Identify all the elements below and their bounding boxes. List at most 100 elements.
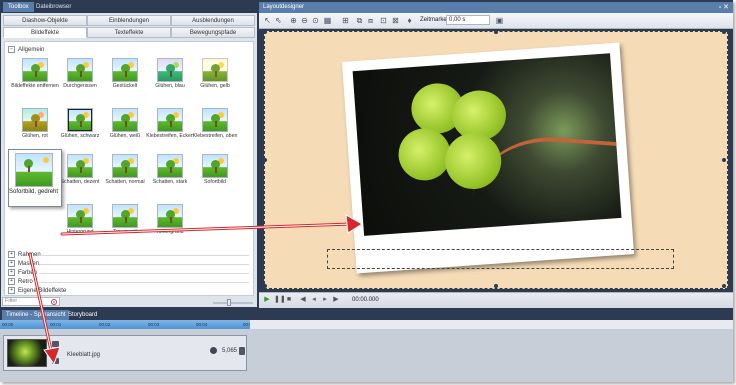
- text-placeholder-box[interactable]: [327, 249, 674, 269]
- save-icon[interactable]: ▣: [495, 16, 504, 25]
- tab-diashow-objekte[interactable]: Diashow-Objekte: [3, 15, 87, 26]
- tab-timeline-spuransicht[interactable]: Timeline - Spuransicht: [2, 310, 70, 320]
- resize-handle[interactable]: [263, 284, 267, 288]
- clear-filter-icon[interactable]: ×: [51, 299, 57, 306]
- effect-label: Klebestreifen, oben: [192, 133, 238, 139]
- resize-handle[interactable]: [263, 158, 267, 162]
- designer-title-text: Layoutdesigner: [263, 4, 305, 10]
- effect-item[interactable]: Schatten, stark: [146, 154, 194, 200]
- resize-handle[interactable]: [494, 284, 498, 288]
- clip-duration: 5,065: [222, 348, 238, 354]
- resize-handle[interactable]: [263, 30, 267, 34]
- select-pointer-icon[interactable]: ↖: [263, 16, 272, 25]
- zeitmarke-input[interactable]: 0,00 s: [446, 15, 490, 25]
- landscape-icon: [67, 108, 93, 132]
- bring-front-icon[interactable]: ⧉: [355, 16, 364, 25]
- slider-handle[interactable]: [227, 299, 231, 306]
- category-retro[interactable]: + Retro: [8, 278, 33, 285]
- effect-item[interactable]: Glühen, rot: [11, 108, 59, 154]
- effect-label: Glühen, weiß: [109, 133, 141, 139]
- restore-icon[interactable]: ▫: [719, 4, 721, 11]
- effect-item[interactable]: Hintergrund: [146, 204, 194, 250]
- tab-bildeffekte[interactable]: Bildeffekte: [3, 27, 87, 38]
- effect-item[interactable]: Glühen, schwarz: [56, 108, 104, 154]
- rewind-icon[interactable]: ◀: [299, 296, 307, 304]
- tab-bewegungspfade[interactable]: Bewegungspfade: [171, 27, 255, 38]
- landscape-icon: [157, 58, 183, 82]
- timeline-clip[interactable]: Kleeblatt.jpg 5,065: [3, 335, 247, 371]
- forward-icon[interactable]: ▶: [332, 296, 340, 304]
- tab-texteffekte[interactable]: Texteffekte: [87, 27, 171, 38]
- pause-icon[interactable]: ❚❚: [274, 296, 286, 304]
- zoom-out-icon[interactable]: ⊖: [300, 16, 309, 25]
- effect-item[interactable]: Schatten, dezent: [56, 154, 104, 200]
- zoom-fit-icon[interactable]: ⊙: [311, 16, 320, 25]
- thumbnail-size-slider[interactable]: [213, 302, 253, 304]
- landscape-icon: [67, 204, 93, 228]
- clover-photo: [352, 53, 622, 236]
- collapse-icon[interactable]: −: [8, 46, 15, 53]
- ruler-tick: 00:02: [99, 322, 111, 327]
- app-window: Toolbox Dateibrowser Diashow-Objekte Ein…: [0, 0, 733, 382]
- expand-icon[interactable]: +: [8, 251, 15, 258]
- effect-item[interactable]: Glühen, blau: [146, 58, 194, 104]
- instant-photo-frame[interactable]: [341, 42, 635, 274]
- effect-item[interactable]: Glühen, gelb: [191, 58, 239, 104]
- link-icon[interactable]: ⊠: [391, 16, 400, 25]
- layout-canvas[interactable]: [263, 30, 728, 289]
- selected-effect-sofortbild-gedreht[interactable]: Sofortbild, gedreht: [8, 149, 62, 207]
- expand-icon[interactable]: +: [8, 269, 15, 276]
- close-icon[interactable]: ✕: [723, 4, 729, 11]
- landscape-icon: [112, 204, 138, 228]
- timeline-track[interactable]: Kleeblatt.jpg 5,065: [0, 329, 733, 382]
- group-allgemein[interactable]: − Allgemein: [8, 46, 44, 53]
- resize-handle[interactable]: [722, 284, 726, 288]
- effect-item[interactable]: Traumwelt: [101, 204, 149, 250]
- effect-item[interactable]: Glühen, weiß: [101, 108, 149, 154]
- timecode: 00:00.000: [352, 297, 379, 303]
- tab-ausblendungen[interactable]: Ausblendungen: [171, 15, 255, 26]
- effect-item[interactable]: Schatten, normal: [101, 154, 149, 200]
- effect-item[interactable]: Gestückelt: [101, 58, 149, 104]
- resize-handle[interactable]: [494, 30, 498, 34]
- next-icon[interactable]: ▸: [321, 296, 329, 304]
- landscape-icon: [202, 154, 228, 178]
- category-masken[interactable]: + Masken: [8, 260, 39, 267]
- duration-icon: [210, 347, 217, 354]
- time-marker-icon[interactable]: ♦: [405, 16, 414, 25]
- tab-dateibrowser[interactable]: Dateibrowser: [31, 2, 76, 12]
- effect-label: Glühen, schwarz: [60, 133, 100, 139]
- expand-icon[interactable]: +: [8, 278, 15, 285]
- category-rahmen[interactable]: + Rahmen: [8, 251, 41, 258]
- camera-icon[interactable]: [52, 358, 59, 364]
- clip-thumbnail: [7, 339, 47, 367]
- tab-toolbox[interactable]: Toolbox: [3, 2, 34, 12]
- effect-item[interactable]: Klebestreifen, Ecken: [146, 108, 194, 154]
- expand-icon[interactable]: +: [8, 287, 15, 294]
- effect-item[interactable]: Sofortbild: [191, 154, 239, 200]
- time-ruler[interactable]: 00:00 00:01 00:02 00:03 00:04 00:05: [0, 320, 254, 329]
- effect-item[interactable]: Klebestreifen, oben: [191, 108, 239, 154]
- align-icon[interactable]: ⊞: [341, 16, 350, 25]
- tab-storyboard[interactable]: Storyboard: [64, 310, 101, 320]
- stop-icon[interactable]: ■: [285, 296, 293, 304]
- effect-item[interactable]: Hintergrund: [56, 204, 104, 250]
- trash-icon[interactable]: [239, 347, 245, 355]
- resize-handle[interactable]: [722, 30, 726, 34]
- landscape-icon: [157, 154, 183, 178]
- tab-einblendungen[interactable]: Einblendungen: [87, 15, 171, 26]
- edit-pointer-icon[interactable]: ⇖: [274, 16, 283, 25]
- expand-icon[interactable]: +: [8, 260, 15, 267]
- effect-item[interactable]: Durchgerissen: [56, 58, 104, 104]
- image-settings-icon[interactable]: [52, 341, 59, 347]
- category-farben[interactable]: + Farben: [8, 269, 37, 276]
- effect-item[interactable]: Bildeffekte entfernen: [11, 58, 59, 104]
- resize-handle[interactable]: [722, 158, 726, 162]
- send-back-icon[interactable]: ⧈: [366, 16, 375, 25]
- prev-icon[interactable]: ◂: [310, 296, 318, 304]
- play-icon[interactable]: ▶: [263, 296, 271, 304]
- grid-icon[interactable]: ▦: [323, 16, 332, 25]
- category-eigene-bildeffekte[interactable]: + Eigene Bildeffekte: [8, 287, 66, 294]
- lock-icon[interactable]: ⊡: [379, 16, 388, 25]
- zoom-in-icon[interactable]: ⊕: [289, 16, 298, 25]
